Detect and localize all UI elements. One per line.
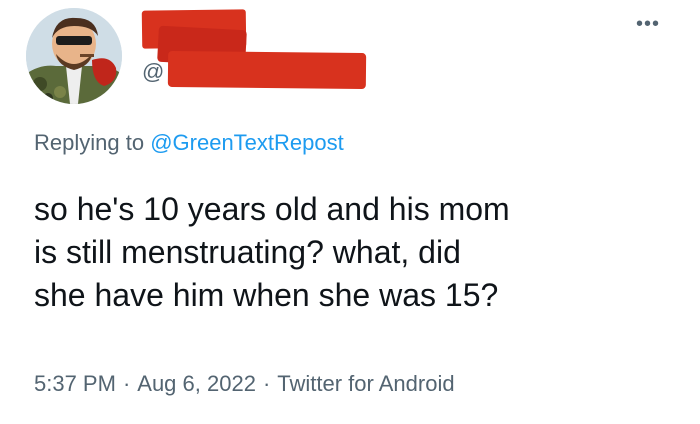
tweet-text-line: is still menstruating? what, did — [34, 234, 461, 270]
username-at-symbol: @ — [142, 59, 165, 84]
replying-to-label: Replying to — [34, 130, 145, 155]
metadata-separator: · — [262, 371, 271, 396]
redacted-username — [167, 50, 367, 90]
tweet-text-line: she have him when she was 15? — [34, 277, 499, 313]
tweet-metadata: 5:37 PM · Aug 6, 2022 · Twitter for Android — [34, 369, 455, 399]
avatar[interactable] — [26, 8, 122, 104]
replying-to-mention-link[interactable]: @GreenTextRepost — [150, 130, 344, 155]
avatar-image — [26, 8, 122, 104]
tweet-source-link[interactable]: Twitter for Android — [277, 371, 454, 396]
tweet-date-link[interactable]: Aug 6, 2022 — [137, 371, 256, 396]
tweet-text-line: so he's 10 years old and his mom — [34, 191, 510, 227]
tweet-time-link[interactable]: 5:37 PM — [34, 371, 116, 396]
metadata-separator: · — [122, 371, 131, 396]
more-horizontal-icon[interactable]: ••• — [632, 14, 664, 38]
replying-to-line: Replying to @GreenTextRepost — [34, 128, 344, 158]
tweet-text: so he's 10 years old and his mom is stil… — [34, 188, 684, 317]
